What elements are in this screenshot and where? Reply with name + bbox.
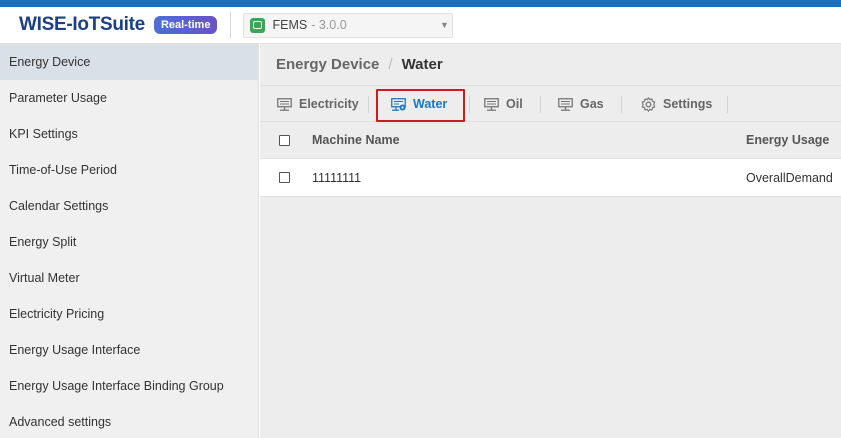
sidebar-item-label: KPI Settings [9, 127, 78, 141]
tab-gas[interactable]: Gas [558, 86, 604, 122]
meter-icon [484, 97, 499, 111]
sidebar-item-kpi-settings[interactable]: KPI Settings [0, 116, 258, 152]
column-header-energy-usage[interactable]: Energy Usage [746, 133, 829, 147]
table-row[interactable]: 11111111 OverallDemand [260, 159, 841, 197]
sidebar-item-label: Energy Device [9, 55, 91, 69]
app-name: FEMS [272, 18, 308, 32]
sidebar-item-advanced-settings[interactable]: Advanced settings [0, 404, 258, 438]
breadcrumb-current: Water [401, 56, 443, 73]
sidebar: Energy Device Parameter Usage KPI Settin… [0, 44, 259, 438]
table-header: Machine Name Energy Usage [260, 122, 841, 159]
breadcrumb-separator: / [388, 56, 393, 73]
breadcrumb-parent[interactable]: Energy Device [276, 56, 379, 73]
realtime-badge: Real-time [153, 16, 218, 34]
column-header-machine-name[interactable]: Machine Name [312, 133, 400, 147]
sidebar-item-label: Advanced settings [9, 415, 112, 429]
tab-settings[interactable]: Settings [641, 86, 712, 122]
sidebar-item-label: Time-of-Use Period [9, 163, 117, 177]
tab-label: Gas [580, 97, 604, 111]
select-all-checkbox[interactable] [279, 134, 290, 146]
tab-label: Settings [663, 97, 713, 111]
header-divider [230, 12, 232, 38]
gear-icon [641, 96, 656, 112]
app-header: WISE-IoTSuite Real-time FEMS - 3.0.0 ▼ [0, 7, 841, 44]
sidebar-item-calendar-settings[interactable]: Calendar Settings [0, 188, 258, 224]
sidebar-item-label: Electricity Pricing [9, 307, 105, 321]
breadcrumb: Energy Device / Water [260, 44, 841, 86]
sidebar-item-energy-device[interactable]: Energy Device [0, 44, 258, 80]
tab-oil[interactable]: Oil [484, 86, 523, 122]
energy-type-tabs: Electricity Water Oil Gas Settings [260, 86, 841, 122]
tab-divider [540, 96, 541, 113]
tab-divider [368, 96, 369, 113]
tab-label: Electricity [299, 97, 359, 111]
sidebar-item-label: Calendar Settings [9, 199, 109, 213]
sidebar-item-electricity-pricing[interactable]: Electricity Pricing [0, 296, 258, 332]
sidebar-item-virtual-meter[interactable]: Virtual Meter [0, 260, 258, 296]
sidebar-item-label: Energy Split [9, 235, 77, 249]
top-accent-bar [0, 0, 841, 7]
tab-divider [621, 96, 622, 113]
sidebar-item-label: Energy Usage Interface Binding Group [9, 379, 224, 393]
meter-icon [558, 97, 573, 111]
sidebar-item-energy-split[interactable]: Energy Split [0, 224, 258, 260]
meter-icon [277, 97, 292, 111]
app-selector[interactable]: FEMS - 3.0.0 ▼ [243, 12, 454, 38]
sidebar-item-label: Virtual Meter [9, 271, 80, 285]
tab-electricity[interactable]: Electricity [277, 86, 359, 122]
sidebar-item-energy-usage-interface-binding-group[interactable]: Energy Usage Interface Binding Group [0, 368, 258, 404]
app-icon [250, 17, 266, 33]
sidebar-item-label: Parameter Usage [9, 91, 107, 105]
chevron-down-icon: ▼ [440, 20, 449, 30]
tab-highlight-box [376, 89, 465, 122]
brand-logo[interactable]: WISE-IoTSuite [19, 14, 145, 36]
tab-divider [469, 96, 470, 113]
energy-usage-cell: OverallDemand [746, 170, 833, 185]
app-version: - 3.0.0 [311, 18, 347, 32]
machine-name-cell: 11111111 [312, 170, 362, 185]
main-content: Energy Device / Water Electricity Water … [260, 44, 841, 438]
tab-label: Oil [506, 97, 523, 111]
row-checkbox[interactable] [279, 172, 290, 183]
sidebar-item-energy-usage-interface[interactable]: Energy Usage Interface [0, 332, 258, 368]
sidebar-item-parameter-usage[interactable]: Parameter Usage [0, 80, 258, 116]
tab-divider [727, 96, 728, 113]
sidebar-item-label: Energy Usage Interface [9, 343, 141, 357]
sidebar-item-time-of-use-period[interactable]: Time-of-Use Period [0, 152, 258, 188]
